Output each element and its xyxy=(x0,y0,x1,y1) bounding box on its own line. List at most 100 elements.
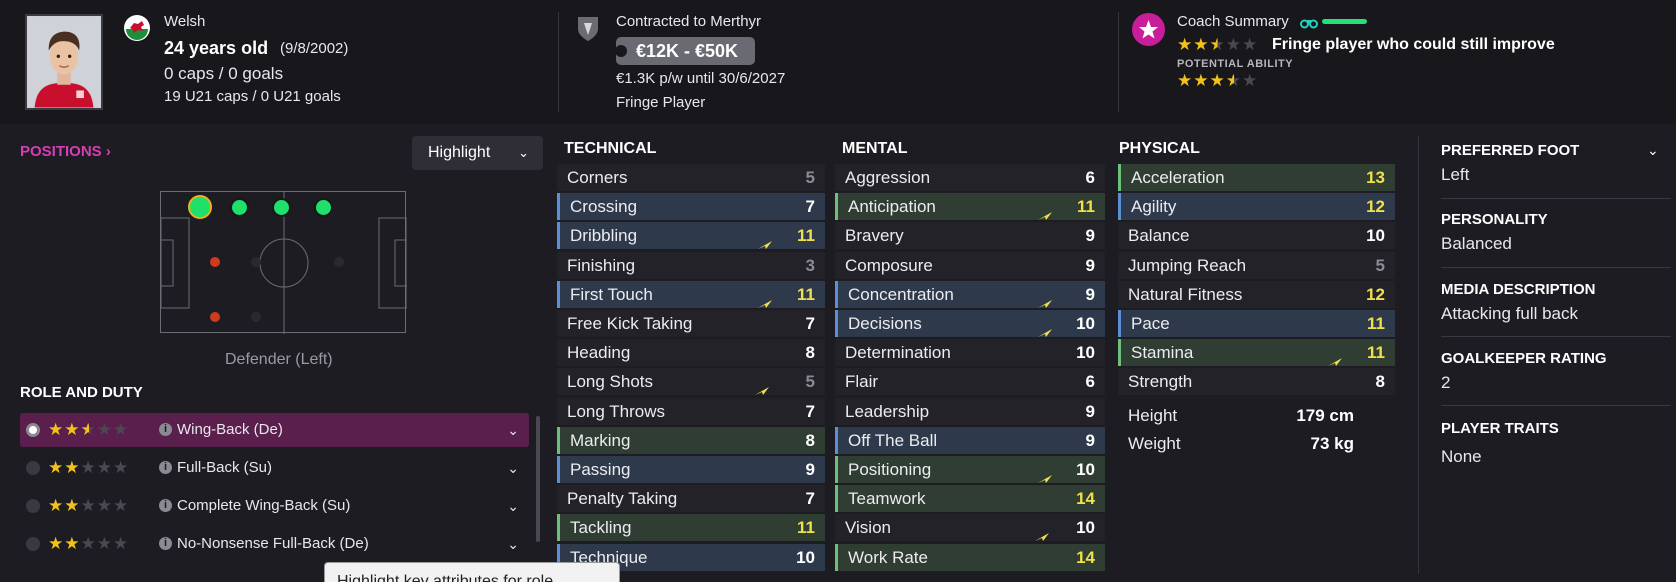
position-dot-dc[interactable] xyxy=(210,257,220,267)
divider xyxy=(1118,12,1119,112)
attribute-name: Finishing xyxy=(567,256,636,275)
attribute-value: 3 xyxy=(805,256,815,275)
info-icon[interactable]: i xyxy=(159,461,172,474)
attribute-row[interactable]: Vision 10 xyxy=(835,514,1105,541)
attribute-row[interactable]: Dribbling 11 xyxy=(557,222,825,249)
coach-star-icon xyxy=(1132,13,1165,46)
position-pitch xyxy=(160,191,407,334)
role-row[interactable]: ★★★★★ i Full-Back (Su) ⌄ xyxy=(20,451,529,485)
attribute-row[interactable]: Marking 8 xyxy=(557,427,825,454)
position-dot-dr[interactable] xyxy=(210,312,220,322)
position-dot-ml[interactable] xyxy=(272,198,291,217)
chevron-down-icon: ⌄ xyxy=(518,145,529,160)
info-icon[interactable]: i xyxy=(159,537,172,550)
attribute-row[interactable]: Heading 8 xyxy=(557,339,825,366)
attribute-row[interactable]: Aggression 6 xyxy=(835,164,1105,191)
height-value: 179 cm xyxy=(1296,406,1354,425)
highlight-label: Highlight xyxy=(428,144,491,161)
attribute-name: Concentration xyxy=(848,285,954,304)
club-badge-icon[interactable] xyxy=(576,15,600,43)
attribute-value: 8 xyxy=(805,431,815,450)
attribute-row[interactable]: Anticipation 11 xyxy=(835,193,1105,220)
improving-arrow-icon xyxy=(1038,319,1052,337)
attribute-row[interactable]: Corners 5 xyxy=(557,164,825,191)
player-traits: None xyxy=(1441,447,1482,466)
position-dot-aml[interactable] xyxy=(314,198,333,217)
chevron-down-icon[interactable]: ⌄ xyxy=(507,413,519,447)
attribute-row[interactable]: Long Throws 7 xyxy=(557,398,825,425)
attribute-value: 10 xyxy=(1076,518,1095,537)
role-radio[interactable] xyxy=(26,499,40,513)
attribute-row[interactable]: Agility 12 xyxy=(1118,193,1395,220)
attribute-row[interactable]: First Touch 11 xyxy=(557,281,825,308)
chevron-down-icon[interactable]: ⌄ xyxy=(507,489,519,523)
attribute-value: 9 xyxy=(1085,402,1095,421)
attribute-row[interactable]: Balance 10 xyxy=(1118,222,1395,249)
attribute-row[interactable]: Crossing 7 xyxy=(557,193,825,220)
attribute-row[interactable]: Jumping Reach 5 xyxy=(1118,252,1395,279)
position-dot-am[interactable] xyxy=(334,257,344,267)
attribute-row[interactable]: Stamina 11 xyxy=(1118,339,1395,366)
attribute-name: Vision xyxy=(845,518,891,537)
attribute-name: Corners xyxy=(567,168,628,187)
attribute-name: Long Throws xyxy=(567,402,665,421)
highlight-dropdown[interactable]: Highlight ⌄ xyxy=(412,136,543,170)
player-photo xyxy=(25,14,103,110)
improving-arrow-icon xyxy=(1035,523,1049,541)
improving-arrow-icon xyxy=(1038,465,1052,483)
attribute-row[interactable]: Positioning 10 xyxy=(835,456,1105,483)
chevron-down-icon[interactable]: ⌄ xyxy=(507,451,519,485)
position-dot-wbr[interactable] xyxy=(251,312,261,322)
positions-link[interactable]: POSITIONS › xyxy=(20,143,111,160)
chevron-down-icon[interactable]: ⌄ xyxy=(1647,142,1659,159)
role-row[interactable]: ★★★★★ i Complete Wing-Back (Su) ⌄ xyxy=(20,489,529,523)
player-header: Welsh 24 years old (9/8/2002) 0 caps / 0… xyxy=(0,0,1676,124)
chevron-down-icon[interactable]: ⌄ xyxy=(507,527,519,561)
attribute-row[interactable]: Natural Fitness 12 xyxy=(1118,281,1395,308)
attribute-row[interactable]: Strength 8 xyxy=(1118,368,1395,395)
role-radio[interactable] xyxy=(26,423,40,437)
role-radio[interactable] xyxy=(26,537,40,551)
position-dot-dl[interactable] xyxy=(188,195,212,219)
info-icon[interactable]: i xyxy=(159,499,172,512)
attribute-row[interactable]: Long Shots 5 xyxy=(557,368,825,395)
attribute-row[interactable]: Leadership 9 xyxy=(835,398,1105,425)
position-dot-wbl[interactable] xyxy=(230,198,249,217)
attribute-row[interactable]: Flair 6 xyxy=(835,368,1105,395)
attribute-name: Positioning xyxy=(848,460,932,479)
attribute-value: 8 xyxy=(805,343,815,362)
attribute-row[interactable]: Teamwork 14 xyxy=(835,485,1105,512)
attribute-row[interactable]: Concentration 9 xyxy=(835,281,1105,308)
attribute-row[interactable]: Decisions 10 xyxy=(835,310,1105,337)
attribute-row[interactable]: Finishing 3 xyxy=(557,252,825,279)
attribute-name: Marking xyxy=(570,431,631,450)
role-radio[interactable] xyxy=(26,461,40,475)
role-row[interactable]: ★★★★★ i Wing-Back (De) ⌄ xyxy=(20,413,529,447)
attribute-row[interactable]: Free Kick Taking 7 xyxy=(557,310,825,337)
personality-label: PERSONALITY xyxy=(1441,211,1548,228)
attribute-row[interactable]: Acceleration 13 xyxy=(1118,164,1395,191)
position-label: Defender (Left) xyxy=(225,351,333,368)
attribute-value: 9 xyxy=(1085,226,1095,245)
role-row[interactable]: ★★★★★ i No-Nonsense Full-Back (De) ⌄ xyxy=(20,527,529,561)
attribute-row[interactable]: Tackling 11 xyxy=(557,514,825,541)
scouting-knowledge-bar xyxy=(1322,19,1367,24)
contract-title[interactable]: Contracted to Merthyr xyxy=(616,13,761,30)
attribute-row[interactable]: Bravery 9 xyxy=(835,222,1105,249)
attribute-value: 10 xyxy=(1076,314,1095,333)
attribute-row[interactable]: Work Rate 14 xyxy=(835,544,1105,571)
attribute-row[interactable]: Pace 11 xyxy=(1118,310,1395,337)
attribute-value: 9 xyxy=(1085,256,1095,275)
info-icon[interactable]: i xyxy=(159,423,172,436)
position-dot-dm[interactable] xyxy=(251,257,261,267)
personality: Balanced xyxy=(1441,234,1512,253)
attribute-row[interactable]: Determination 10 xyxy=(835,339,1105,366)
roles-scrollbar[interactable] xyxy=(536,416,540,542)
media-description: Attacking full back xyxy=(1441,304,1579,323)
attribute-row[interactable]: Passing 9 xyxy=(557,456,825,483)
attribute-row[interactable]: Off The Ball 9 xyxy=(835,427,1105,454)
role-stars: ★★★★★ xyxy=(48,496,130,515)
attribute-row[interactable]: Composure 9 xyxy=(835,252,1105,279)
weight-value: 73 kg xyxy=(1310,434,1354,453)
attribute-row[interactable]: Penalty Taking 7 xyxy=(557,485,825,512)
